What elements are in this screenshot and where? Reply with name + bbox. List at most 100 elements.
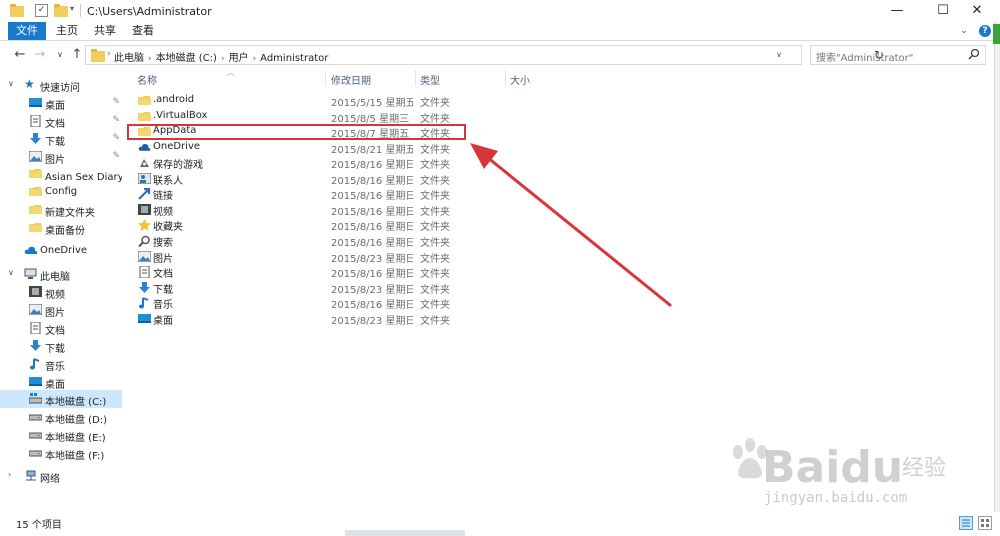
nav-onedrive[interactable]: OneDrive [0, 242, 122, 260]
nav-item[interactable]: 桌面备份 [0, 219, 122, 237]
file-row[interactable]: 保存的游戏 2015/8/16 星期日 ... 文件夹 [127, 155, 467, 171]
minimize-button[interactable]: — [874, 0, 920, 22]
ribbon-tabs: 文件 主页 共享 查看 ⌄ ? [0, 22, 1000, 41]
help-icon[interactable]: ? [979, 25, 991, 37]
nav-item[interactable]: Asian Sex Diary 中国 [0, 165, 122, 183]
file-date: 2015/8/23 星期日 ... [331, 315, 413, 327]
file-row[interactable]: 链接 2015/8/16 星期日 ... 文件夹 [127, 186, 467, 202]
chevron-down-icon[interactable]: ∨ [772, 48, 786, 62]
nav-item[interactable]: 下载 ✎ [0, 130, 122, 148]
file-row[interactable]: 视频 2015/8/16 星期日 ... 文件夹 [127, 202, 467, 218]
breadcrumb-users[interactable]: 用户 [229, 53, 249, 64]
file-row[interactable]: 搜索 2015/8/16 星期日 ... 文件夹 [127, 233, 467, 249]
pictures-icon [28, 150, 43, 163]
file-row[interactable]: OneDrive 2015/8/21 星期五 ... 文件夹 [127, 140, 467, 156]
nav-item[interactable]: 文档 [0, 319, 122, 337]
chevron-right-icon[interactable]: › [221, 54, 225, 64]
file-row[interactable]: 文档 2015/8/16 星期日 ... 文件夹 [127, 264, 467, 281]
file-name: 联系人 [153, 175, 183, 187]
pin-icon[interactable]: ✎ [112, 97, 120, 107]
chevron-down-icon[interactable]: ∨ [8, 268, 14, 277]
file-date: 2015/8/16 星期日 ... [331, 269, 413, 281]
pin-icon[interactable]: ✎ [112, 115, 120, 125]
folder-icon [138, 111, 151, 122]
nav-item[interactable]: Config [0, 183, 122, 201]
column-size[interactable]: 大小 [510, 72, 530, 87]
nav-item[interactable]: 桌面 [0, 373, 122, 391]
nav-item[interactable]: 本地磁盘 (E:) [0, 426, 122, 444]
file-row[interactable]: 联系人 2015/8/16 星期日 ... 文件夹 [127, 171, 467, 187]
watermark-brand: Baidu [762, 442, 904, 493]
nav-item[interactable]: 新建文件夹 [0, 201, 122, 219]
pin-icon[interactable]: ✎ [112, 133, 120, 143]
chevron-right-icon[interactable]: › [148, 54, 152, 64]
download-icon [138, 281, 150, 293]
search-input[interactable]: 搜索"Administrator" [810, 45, 986, 65]
nav-item[interactable]: 视频 [0, 283, 122, 301]
file-row[interactable]: 桌面 2015/8/23 星期日 ... 文件夹 [127, 311, 467, 327]
chevron-right-icon[interactable]: › [8, 470, 11, 479]
nav-item[interactable]: 本地磁盘 (C:) [0, 390, 122, 408]
ribbon-expand-icon[interactable]: ⌄ [958, 25, 970, 37]
nav-item[interactable]: 图片 ✎ [0, 148, 122, 166]
nav-this-pc[interactable]: ∨ 此电脑 [0, 265, 122, 283]
nav-item[interactable]: 文档 ✎ [0, 112, 122, 130]
file-row[interactable]: .VirtualBox 2015/8/5 星期三 ... 文件夹 [127, 109, 467, 125]
nav-item[interactable]: 本地磁盘 (F:) [0, 444, 122, 462]
pin-icon[interactable]: ✎ [112, 151, 120, 161]
chevron-down-icon[interactable]: ∨ [8, 79, 14, 88]
onedrive-icon [24, 245, 38, 257]
folder-icon [138, 95, 151, 106]
column-divider[interactable] [505, 70, 506, 86]
file-row[interactable]: 图片 2015/8/23 星期日 ... 文件夹 [127, 249, 467, 265]
nav-item[interactable]: 本地磁盘 (D:) [0, 408, 122, 426]
nav-quick-access[interactable]: ∨ ★ 快速访问 [0, 76, 122, 94]
file-type: 文件夹 [420, 175, 450, 187]
column-name[interactable]: 名称 [137, 72, 157, 87]
nav-item[interactable]: 图片 [0, 301, 122, 319]
address-bar[interactable]: › 此电脑 › 本地磁盘 (C:) › 用户 › Administrator ∨ ↻ [85, 45, 884, 65]
forward-button[interactable]: → [32, 46, 48, 64]
chevron-right-icon[interactable]: › [253, 54, 257, 64]
file-type: 文件夹 [420, 98, 450, 109]
column-type[interactable]: 类型 [420, 72, 440, 87]
nav-network[interactable]: › 网络 [0, 467, 122, 485]
nav-item[interactable]: 音乐 [0, 355, 122, 373]
details-view-icon[interactable] [959, 516, 973, 530]
properties-icon[interactable]: ✓ [35, 4, 48, 17]
tab-home[interactable]: 主页 [50, 22, 84, 40]
column-divider[interactable] [415, 70, 416, 86]
file-date: 2015/8/16 星期日 ... [331, 300, 413, 312]
file-row[interactable]: .android 2015/5/15 星期五 ... 文件夹 [127, 93, 467, 109]
nav-item[interactable]: 下载 [0, 337, 122, 355]
column-date[interactable]: 修改日期 [331, 72, 371, 87]
breadcrumb-administrator[interactable]: Administrator [260, 53, 328, 64]
nav-label: 本地磁盘 (F:) [45, 451, 105, 462]
quick-access-dropdown-icon[interactable]: ▾ [70, 4, 84, 17]
back-button[interactable]: ← [12, 46, 28, 64]
tab-share[interactable]: 共享 [88, 22, 122, 40]
search-icon[interactable] [968, 48, 982, 62]
scrollbar-track[interactable] [994, 22, 1000, 512]
nav-label: 图片 [45, 308, 65, 319]
file-row[interactable]: 收藏夹 2015/8/16 星期日 ... 文件夹 [127, 217, 467, 233]
file-row[interactable]: 音乐 2015/8/16 星期日 ... 文件夹 [127, 295, 467, 312]
file-row[interactable]: 下载 2015/8/23 星期日 ... 文件夹 [127, 280, 467, 296]
recent-locations-icon[interactable]: ∨ [52, 46, 68, 64]
breadcrumb-this-pc[interactable]: 此电脑 [114, 53, 144, 64]
up-button[interactable]: ↑ [69, 46, 85, 64]
large-icons-view-icon[interactable] [978, 516, 992, 530]
network-icon [24, 470, 37, 482]
new-folder-icon[interactable] [54, 4, 68, 17]
nav-item[interactable]: 桌面 ✎ [0, 94, 122, 112]
column-divider[interactable] [325, 70, 326, 86]
tab-file[interactable]: 文件 [8, 22, 46, 40]
tab-view[interactable]: 查看 [126, 22, 160, 40]
breadcrumb-drive-c[interactable]: 本地磁盘 (C:) [156, 53, 217, 64]
close-button[interactable]: ✕ [954, 0, 1000, 22]
watermark-url: jingyan.baidu.com [764, 490, 908, 506]
nav-label: 本地磁盘 (E:) [45, 433, 106, 444]
folder-icon [29, 186, 42, 198]
file-name: .android [153, 94, 195, 105]
desktop-icon [29, 97, 42, 109]
